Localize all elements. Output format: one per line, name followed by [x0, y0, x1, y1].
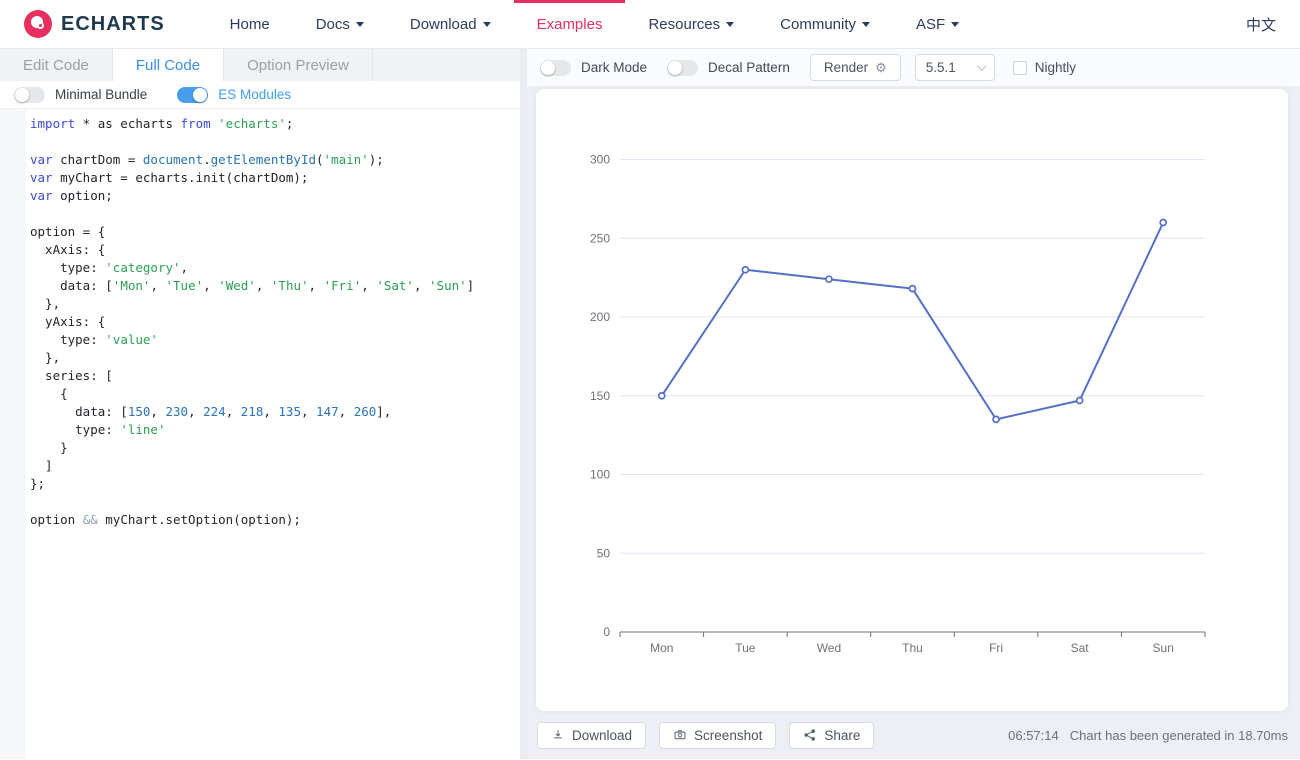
code-editor[interactable]: import * as echarts from 'echarts'; var c…	[0, 109, 520, 759]
top-navbar: ECHARTS Home Docs Download Examples Reso…	[0, 0, 1300, 49]
bundle-togglebar: Minimal Bundle ES Modules	[0, 81, 520, 109]
preview-footer: Download Screenshot Share	[527, 711, 1300, 759]
nav-menu: Home Docs Download Examples Resources Co…	[207, 0, 983, 48]
minimal-bundle-toggle[interactable]	[14, 87, 45, 103]
svg-text:100: 100	[590, 468, 610, 482]
chart-card[interactable]: 0 50 100 150 200 250 300 Mon Tue Wed Thu Fri Sat Sun	[536, 89, 1288, 711]
chevron-down-icon	[862, 22, 870, 27]
decal-pattern-toggle[interactable]	[667, 60, 698, 76]
tab-edit-code[interactable]: Edit Code	[0, 49, 113, 81]
svg-text:Fri: Fri	[989, 641, 1003, 655]
code-line: xAxis: {	[30, 241, 520, 259]
code-line: },	[30, 295, 520, 313]
nightly-checkbox[interactable]	[1013, 61, 1027, 75]
svg-text:Wed: Wed	[817, 641, 841, 655]
nav-item-asf[interactable]: ASF	[893, 0, 982, 48]
status-time: 06:57:14	[1008, 728, 1059, 743]
code-line: type: 'category',	[30, 259, 520, 277]
render-button[interactable]: Render ⚙	[810, 54, 901, 81]
svg-text:Mon: Mon	[650, 641, 673, 655]
code-line	[30, 205, 520, 223]
code-line: option && myChart.setOption(option);	[30, 511, 520, 529]
code-line: yAxis: {	[30, 313, 520, 331]
code-line: var chartDom = document.getElementById('…	[30, 151, 520, 169]
chart-area: 0 50 100 150 200 250 300 Mon Tue Wed Thu Fri Sat Sun	[536, 89, 1288, 711]
camera-icon	[673, 728, 687, 742]
svg-text:Sun: Sun	[1153, 641, 1174, 655]
svg-text:Sat: Sat	[1071, 641, 1090, 655]
minimal-bundle-label: Minimal Bundle	[55, 87, 147, 102]
svg-text:50: 50	[597, 546, 611, 560]
tab-full-code[interactable]: Full Code	[113, 49, 224, 81]
decal-pattern-label: Decal Pattern	[708, 60, 790, 75]
dark-mode-toggle[interactable]	[540, 60, 571, 76]
nav-item-resources[interactable]: Resources	[625, 0, 757, 48]
svg-text:200: 200	[590, 310, 610, 324]
svg-text:300: 300	[590, 153, 610, 167]
dark-mode-label: Dark Mode	[581, 60, 647, 75]
language-switch[interactable]: 中文	[1246, 0, 1276, 48]
svg-text:0: 0	[603, 625, 610, 639]
pane-resizer[interactable]	[520, 49, 527, 759]
code-line: {	[30, 385, 520, 403]
es-modules-label: ES Modules	[218, 87, 291, 102]
nav-item-home[interactable]: Home	[207, 0, 293, 48]
brand-wordmark: ECHARTS	[61, 13, 165, 36]
code-line: var option;	[30, 187, 520, 205]
code-line: type: 'line'	[30, 421, 520, 439]
code-line: ]	[30, 457, 520, 475]
status-message: Chart has been generated in 18.70ms	[1070, 728, 1288, 743]
code-line: },	[30, 349, 520, 367]
code-line: type: 'value'	[30, 331, 520, 349]
echarts-logo[interactable]: ECHARTS	[24, 0, 165, 48]
svg-text:Tue: Tue	[735, 641, 756, 655]
chevron-down-icon	[356, 22, 364, 27]
nav-item-community[interactable]: Community	[757, 0, 893, 48]
code-line: data: ['Mon', 'Tue', 'Wed', 'Thu', 'Fri'…	[30, 277, 520, 295]
download-button[interactable]: Download	[537, 722, 646, 749]
preview-toolbar: Dark Mode Decal Pattern Render ⚙ 5.5.1 N…	[527, 49, 1300, 86]
version-select[interactable]: 5.5.1	[915, 54, 995, 81]
nav-item-download[interactable]: Download	[387, 0, 514, 48]
share-button[interactable]: Share	[789, 722, 874, 749]
code-line	[30, 493, 520, 511]
nightly-label: Nightly	[1035, 60, 1076, 75]
nav-item-examples[interactable]: Examples	[514, 0, 626, 48]
code-content: import * as echarts from 'echarts'; var c…	[30, 115, 520, 529]
chevron-down-icon	[483, 22, 491, 27]
nav-item-docs[interactable]: Docs	[293, 0, 387, 48]
svg-text:150: 150	[590, 389, 610, 403]
editor-tabbar: Edit Code Full Code Option Preview	[0, 49, 520, 81]
chevron-down-icon	[977, 61, 987, 71]
main-split: Edit Code Full Code Option Preview Minim…	[0, 49, 1300, 759]
code-line: var myChart = echarts.init(chartDom);	[30, 169, 520, 187]
es-modules-toggle[interactable]	[177, 87, 208, 103]
tab-option-preview[interactable]: Option Preview	[224, 49, 373, 81]
svg-text:Thu: Thu	[902, 641, 923, 655]
line-chart: 0 50 100 150 200 250 300 Mon Tue Wed Thu Fri Sat Sun	[536, 89, 1288, 711]
chevron-down-icon	[726, 22, 734, 27]
screenshot-button[interactable]: Screenshot	[659, 722, 776, 749]
share-icon	[803, 728, 817, 742]
code-line: import * as echarts from 'echarts';	[30, 115, 520, 133]
code-line: }	[30, 439, 520, 457]
svg-text:250: 250	[590, 231, 610, 245]
preview-panel: Dark Mode Decal Pattern Render ⚙ 5.5.1 N…	[527, 49, 1300, 759]
code-line: option = {	[30, 223, 520, 241]
echarts-logo-icon	[24, 10, 52, 38]
code-line	[30, 133, 520, 151]
code-line: };	[30, 475, 520, 493]
code-line: series: [	[30, 367, 520, 385]
download-icon	[551, 728, 565, 742]
editor-panel: Edit Code Full Code Option Preview Minim…	[0, 49, 520, 759]
gear-icon: ⚙	[875, 60, 887, 76]
chevron-down-icon	[951, 22, 959, 27]
status-bar: 06:57:14 Chart has been generated in 18.…	[1008, 728, 1288, 743]
code-line: data: [150, 230, 224, 218, 135, 147, 260…	[30, 403, 520, 421]
editor-gutter	[0, 109, 26, 759]
